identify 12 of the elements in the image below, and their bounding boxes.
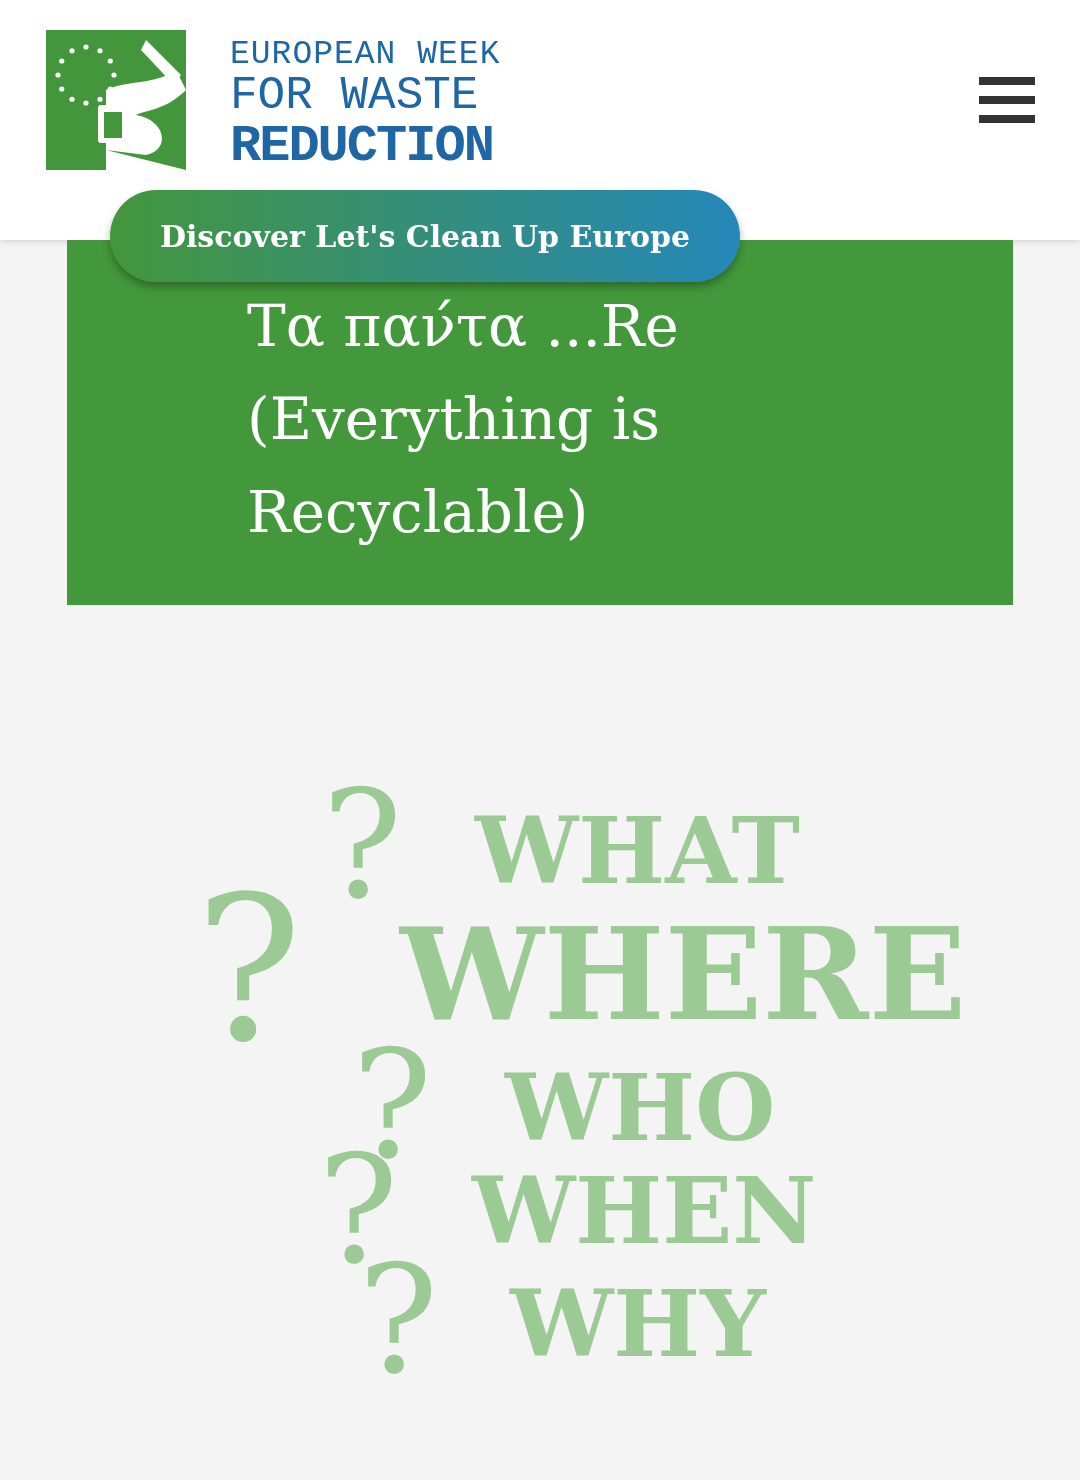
menu-icon[interactable] <box>979 77 1035 123</box>
illustration-word: WHEN <box>472 1165 817 1257</box>
illustration-word: WHO <box>505 1062 776 1154</box>
hero-title: Τα παν́τα ...Re (Everything is Recyclable) <box>247 291 680 548</box>
question-mark: ? <box>322 770 403 920</box>
logo-icon[interactable] <box>46 30 186 170</box>
illustration-word: WHAT <box>475 805 801 897</box>
illustration-word: WHY <box>510 1278 766 1370</box>
illustration-word: WHERE <box>400 910 967 1038</box>
logo-text[interactable]: EUROPEAN WEEK FOR WASTE REDUCTION <box>230 30 501 173</box>
cta-button[interactable]: Discover Let's Clean Up Europe <box>110 190 740 282</box>
question-mark: ? <box>195 870 303 1070</box>
